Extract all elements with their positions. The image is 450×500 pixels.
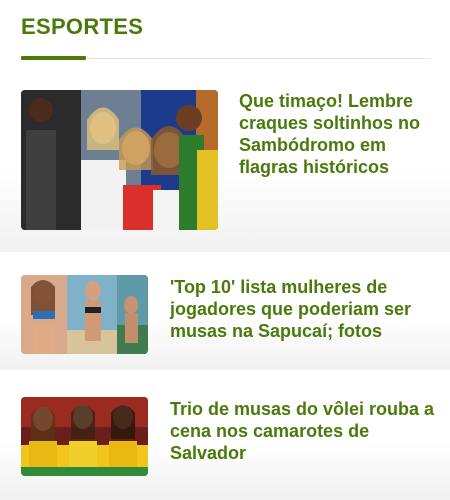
section-title-underline — [21, 56, 86, 60]
news-list-item[interactable]: 'Top 10' lista mulheres de jogadores que… — [0, 252, 450, 370]
article-headline[interactable]: 'Top 10' lista mulheres de jogadores que… — [170, 276, 435, 342]
news-list-item[interactable]: Trio de musas do vôlei rouba a cena nos … — [0, 370, 450, 500]
news-list-item[interactable]: Que timaço! Lembre craques soltinhos no … — [0, 62, 450, 252]
section-title: ESPORTES — [21, 14, 144, 39]
article-thumbnail[interactable] — [21, 397, 148, 476]
article-thumbnail[interactable] — [21, 90, 218, 230]
article-thumbnail[interactable] — [21, 275, 148, 354]
article-headline[interactable]: Que timaço! Lembre craques soltinhos no … — [239, 90, 429, 178]
article-headline[interactable]: Trio de musas do vôlei rouba a cena nos … — [170, 398, 435, 464]
section-header: ESPORTES — [0, 0, 450, 62]
